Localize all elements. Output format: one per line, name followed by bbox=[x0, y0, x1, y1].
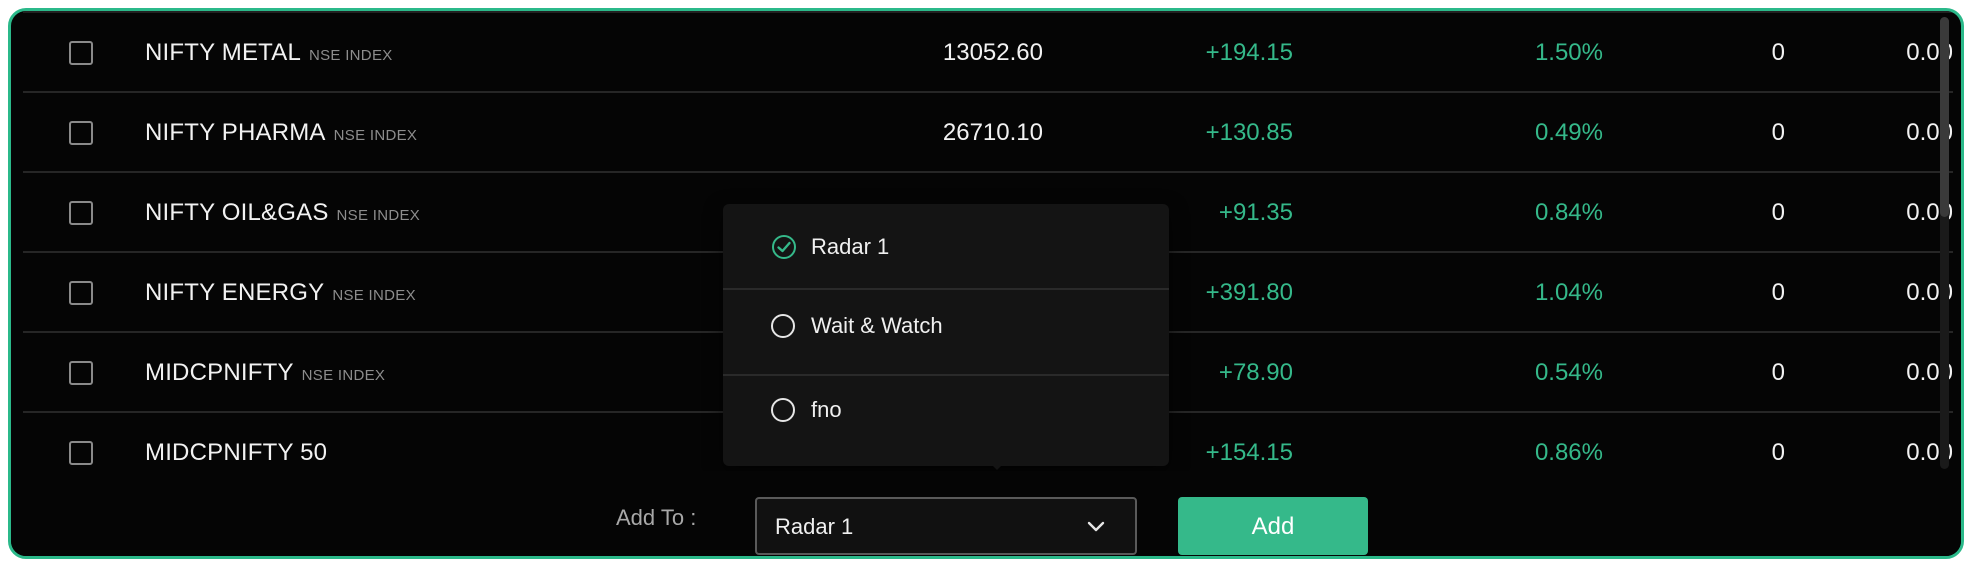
price-change: +91.35 bbox=[1218, 199, 1293, 226]
price-change: +78.90 bbox=[1218, 359, 1293, 386]
symbol-name: NIFTY ENERGY NSE INDEX bbox=[145, 253, 416, 333]
last-price: 26710.10 bbox=[942, 119, 1043, 146]
menu-item-wait-and-watch[interactable]: Wait & Watch bbox=[723, 290, 1169, 376]
value: 0.00 bbox=[1906, 39, 1953, 66]
quantity: 0 bbox=[1771, 439, 1785, 466]
add-button[interactable]: Add bbox=[1178, 497, 1368, 555]
menu-item-label: fno bbox=[811, 397, 842, 422]
symbol-label: MIDCPNIFTY bbox=[145, 359, 294, 386]
scrollbar-thumb[interactable] bbox=[1940, 17, 1949, 217]
symbol-label: NIFTY OIL&GAS bbox=[145, 199, 329, 226]
price-change: +130.85 bbox=[1205, 119, 1293, 146]
symbol-name: NIFTY PHARMA NSE INDEX bbox=[145, 93, 417, 173]
watchlist-dropdown-menu: Radar 1 Wait & Watch fno bbox=[723, 204, 1169, 466]
exchange-label: NSE INDEX bbox=[332, 287, 416, 304]
symbol-label: NIFTY METAL bbox=[145, 39, 301, 66]
row-checkbox[interactable] bbox=[69, 441, 93, 465]
exchange-label: NSE INDEX bbox=[336, 207, 421, 224]
price-change-percent: 0.84% bbox=[1534, 199, 1603, 226]
chevron-down-icon bbox=[1087, 521, 1105, 532]
menu-item-fno[interactable]: fno bbox=[723, 376, 1169, 462]
exchange-label: NSE INDEX bbox=[309, 47, 393, 64]
quantity: 0 bbox=[1771, 279, 1785, 306]
quantity: 0 bbox=[1771, 39, 1785, 66]
row-checkbox[interactable] bbox=[69, 281, 93, 305]
price-change-percent: 0.54% bbox=[1534, 359, 1603, 386]
menu-item-label: Wait & Watch bbox=[811, 313, 943, 338]
row-checkbox[interactable] bbox=[69, 201, 93, 225]
last-price: 13052.60 bbox=[942, 39, 1043, 66]
check-circle-icon bbox=[772, 235, 796, 259]
value: 0.00 bbox=[1906, 279, 1953, 306]
menu-item-label: Radar 1 bbox=[811, 234, 890, 259]
price-change-percent: 1.04% bbox=[1534, 279, 1603, 306]
value: 0.00 bbox=[1906, 359, 1953, 386]
symbol-name: MIDCPNIFTY NSE INDEX bbox=[145, 333, 385, 413]
row-checkbox[interactable] bbox=[69, 41, 93, 65]
exchange-label: NSE INDEX bbox=[301, 367, 386, 384]
price-change-percent: 0.49% bbox=[1534, 119, 1603, 146]
quantity: 0 bbox=[1771, 119, 1785, 146]
watchlist-select[interactable]: Radar 1 bbox=[755, 497, 1137, 555]
row-checkbox[interactable] bbox=[69, 121, 93, 145]
select-value: Radar 1 bbox=[775, 514, 854, 539]
menu-item-radar-1[interactable]: Radar 1 bbox=[723, 204, 1169, 290]
price-change: +391.80 bbox=[1205, 279, 1293, 306]
symbol-name: NIFTY METAL NSE INDEX bbox=[145, 13, 393, 93]
menu-pointer bbox=[988, 461, 1006, 470]
footer-bar: Add To : Radar 1 Add bbox=[11, 471, 1961, 556]
price-change-percent: 0.86% bbox=[1534, 439, 1603, 466]
value: 0.00 bbox=[1906, 119, 1953, 146]
quantity: 0 bbox=[1771, 199, 1785, 226]
list-item[interactable]: NIFTY METAL NSE INDEX 13052.60 +194.15 1.… bbox=[23, 13, 1953, 93]
symbol-label: NIFTY PHARMA bbox=[145, 119, 326, 146]
add-to-label: Add To : bbox=[616, 505, 697, 530]
price-change: +194.15 bbox=[1205, 39, 1293, 66]
value: 0.00 bbox=[1906, 199, 1953, 226]
add-to-watchlist-panel: NIFTY METAL NSE INDEX 13052.60 +194.15 1.… bbox=[8, 8, 1964, 559]
quantity: 0 bbox=[1771, 359, 1785, 386]
symbol-label: MIDCPNIFTY 50 bbox=[145, 439, 328, 466]
symbol-name: NIFTY OIL&GAS NSE INDEX bbox=[145, 173, 420, 253]
price-change: +154.15 bbox=[1205, 439, 1293, 466]
symbol-label: NIFTY ENERGY bbox=[145, 279, 325, 306]
price-change-percent: 1.50% bbox=[1534, 39, 1603, 66]
radio-empty-icon bbox=[771, 314, 795, 338]
radio-empty-icon bbox=[771, 398, 795, 422]
value: 0.00 bbox=[1906, 439, 1953, 466]
row-checkbox[interactable] bbox=[69, 361, 93, 385]
symbol-name: MIDCPNIFTY 50 bbox=[145, 413, 335, 473]
scrollbar[interactable] bbox=[1940, 17, 1949, 469]
exchange-label: NSE INDEX bbox=[333, 127, 418, 144]
list-item[interactable]: NIFTY PHARMA NSE INDEX 26710.10 +130.85 0… bbox=[23, 93, 1953, 173]
